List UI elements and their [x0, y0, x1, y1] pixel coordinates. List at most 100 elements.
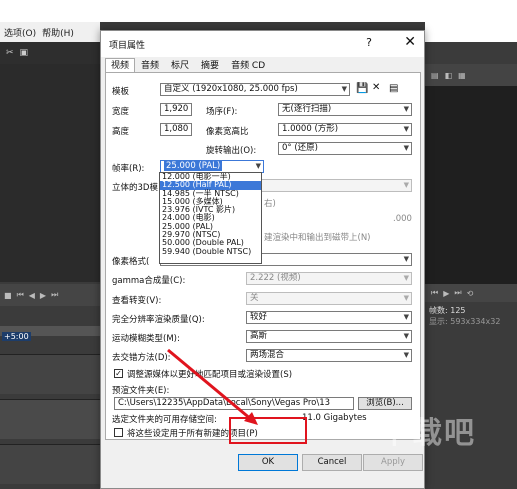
frame-rate-option[interactable]: 59.940 (Double NTSC)	[160, 247, 261, 256]
chevron-down-icon: ▼	[403, 351, 409, 359]
frame-rate-value: 25.000 (PAL)	[164, 161, 223, 171]
loop-icon[interactable]: ⟲	[467, 289, 474, 298]
app-toolbar: ✂ ▣	[0, 42, 100, 64]
pixel-aspect-label: 像素宽高比	[206, 127, 249, 137]
field-order-select[interactable]: 无(逐行扫描) ▼	[278, 103, 412, 116]
cancel-button[interactable]: Cancel	[302, 454, 362, 471]
display-value: 593x334x32	[450, 317, 501, 326]
menu-options[interactable]: 选项(O)	[4, 26, 36, 39]
apply-button[interactable]: Apply	[363, 454, 423, 471]
tab-audio[interactable]: 音频	[135, 58, 165, 73]
free-space-label: 选定文件夹的可用存储空间:	[112, 415, 217, 425]
motion-blur-label: 运动模糊类型(M):	[112, 334, 180, 344]
video-preview	[425, 86, 517, 286]
rotation-select[interactable]: 0° (还原) ▼	[278, 142, 412, 155]
frames-label: 帧数:	[429, 306, 448, 315]
chevron-down-icon: ▼	[403, 313, 409, 321]
template-value: 自定义 (1920x1080, 25.000 fps)	[164, 84, 298, 94]
timeline-time: +5:00	[2, 332, 31, 341]
gamma-label: gamma合成量(C):	[112, 276, 186, 286]
motion-blur-value: 高斯	[250, 331, 268, 341]
apply-all-checkbox[interactable]	[114, 428, 123, 437]
close-button[interactable]: ✕	[404, 34, 416, 50]
adjust-source-label: 调整源媒体以更好地匹配项目或渲染设置(S)	[127, 370, 293, 380]
tab-video[interactable]: 视频	[105, 58, 136, 73]
prev-frame-icon[interactable]: ⏮	[431, 288, 438, 298]
width-field[interactable]: 1,920	[160, 103, 192, 116]
tab-summary[interactable]: 摘要	[195, 58, 225, 73]
template-select[interactable]: 自定义 (1920x1080, 25.000 fps) ▼	[160, 83, 350, 96]
dialog-tabs: 视频 音频 标尺 摘要 音频 CD	[105, 58, 271, 73]
frames-value: 125	[450, 306, 466, 315]
gamma-select[interactable]: 2.222 (视频) ▼	[246, 272, 412, 285]
app-menu-bar: 选项(O) 帮助(H)	[0, 22, 100, 42]
chevron-down-icon: ▼	[403, 105, 409, 113]
rotation-value: 0° (还原)	[282, 143, 318, 153]
adjust-source-checkbox[interactable]: ✓	[114, 369, 123, 378]
free-space-value: 11.0 Gigabytes	[302, 413, 367, 423]
view-transform-value: 关	[250, 293, 259, 303]
field-order-value: 无(逐行扫描)	[282, 104, 332, 114]
stereo-partial-text: 右)	[264, 199, 276, 209]
video-settings-pane: 模板 自定义 (1920x1080, 25.000 fps) ▼ 💾 ✕ ▤ 宽度…	[105, 72, 421, 440]
paste-icon[interactable]: ▣	[20, 48, 29, 58]
app-left-panel: ■ ⏮ ◀ ▶ ⏭ +5:00	[0, 64, 100, 489]
prerender-folder-label: 预渲文件夹(E):	[112, 386, 170, 396]
watermark: 下载吧	[380, 416, 476, 451]
tab-ruler[interactable]: 标尺	[165, 58, 195, 73]
next-frame-icon[interactable]: ⏭	[454, 288, 461, 298]
play-icon[interactable]: ▶	[443, 289, 449, 298]
timeline-track	[0, 444, 100, 484]
width-label: 宽度	[112, 107, 130, 117]
chevron-down-icon: ▼	[403, 181, 409, 189]
stereo-partial-text-2: 建渲染中和输出到磁带上(N)	[264, 233, 371, 243]
ok-button[interactable]: OK	[238, 454, 298, 471]
render-quality-value: 较好	[250, 312, 268, 322]
copy-icon[interactable]: ▤	[389, 83, 398, 95]
trim-transport: ■ ⏮ ◀ ▶ ⏭	[0, 284, 100, 306]
motion-blur-select[interactable]: 高斯 ▼	[246, 330, 412, 343]
tab-audio-cd[interactable]: 音频 CD	[225, 58, 271, 73]
chevron-down-icon: ▼	[403, 144, 409, 152]
view-transform-select[interactable]: 关 ▼	[246, 292, 412, 305]
gamma-value: 2.222 (视频)	[250, 273, 301, 283]
render-quality-select[interactable]: 较好 ▼	[246, 311, 412, 324]
dialog-title-bar: 项目属性 ? ✕	[101, 31, 424, 57]
dialog-buttons: OK Cancel Apply	[101, 449, 424, 479]
chevron-down-icon: ▼	[403, 255, 409, 263]
split-icon[interactable]: ◧	[445, 71, 453, 80]
app-title-bar	[0, 0, 517, 22]
next-icon[interactable]: ⏭	[51, 290, 58, 300]
help-button[interactable]: ?	[366, 36, 372, 49]
delete-icon[interactable]: ✕	[372, 82, 380, 94]
play-icon[interactable]: ▶	[40, 291, 46, 300]
pixel-format-label: 像素格式(	[112, 257, 150, 267]
stop-icon[interactable]: ■	[4, 291, 12, 300]
menu-help[interactable]: 帮助(H)	[42, 26, 74, 39]
explorer-panel	[0, 64, 100, 282]
stereo-depth-value: .000	[393, 214, 412, 224]
height-field[interactable]: 1,080	[160, 123, 192, 136]
chevron-down-icon: ▼	[341, 85, 347, 93]
preview-info: 帧数: 125 显示: 593x334x32	[429, 305, 500, 327]
chevron-down-icon: ▼	[403, 294, 409, 302]
save-icon[interactable]: 💾	[356, 83, 368, 95]
rotation-label: 旋转输出(O):	[206, 146, 257, 156]
rewind-icon[interactable]: ◀	[29, 291, 35, 300]
pixel-aspect-select[interactable]: 1.0000 (方形) ▼	[278, 123, 412, 136]
template-label: 模板	[112, 87, 130, 97]
chevron-down-icon: ▼	[255, 162, 261, 170]
prev-icon[interactable]: ⏮	[17, 290, 24, 300]
stereo-3d-label: 立体的3D模	[112, 183, 158, 193]
timeline-track	[0, 399, 100, 439]
preview-transport: ⏮ ▶ ⏭ ⟲	[425, 284, 517, 302]
chevron-down-icon: ▼	[403, 332, 409, 340]
prerender-folder-field[interactable]: C:\Users\12235\AppData\Local\Sony\Vegas …	[114, 397, 354, 410]
frame-rate-dropdown: 12.000 (电影一半) 12.500 (Half PAL) 14.985 (…	[159, 172, 262, 264]
dialog-title: 项目属性	[109, 40, 146, 51]
deinterlace-select[interactable]: 两场混合 ▼	[246, 349, 412, 362]
ok-highlight-box	[229, 417, 307, 444]
cut-icon[interactable]: ✂	[6, 48, 14, 58]
preview-icon[interactable]: ▤	[431, 71, 439, 80]
snapshot-icon[interactable]: ▦	[458, 71, 466, 80]
